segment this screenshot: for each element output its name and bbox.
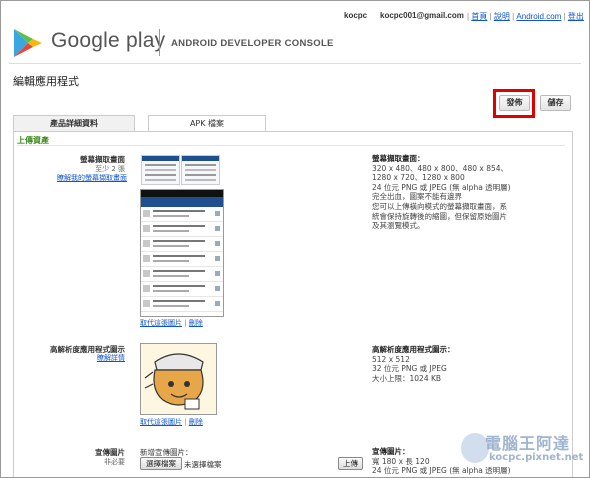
promo-info-title: 宣傳圖片： xyxy=(372,447,410,456)
phone-list-item xyxy=(141,222,223,237)
section-divider xyxy=(17,145,565,146)
help-link[interactable]: 說明 xyxy=(494,12,510,21)
console-title: ANDROID DEVELOPER CONSOLE xyxy=(171,38,334,49)
info-line: 320 x 480、480 x 800、480 x 854、 xyxy=(372,163,509,173)
learn-screenshots-link[interactable]: 瞭解我的螢幕擷取畫面 xyxy=(41,173,127,183)
info-line: 及其瀏覽模式。 xyxy=(372,221,425,231)
upload-button[interactable]: 上傳 xyxy=(338,457,363,470)
screenshot-thumbnail-2[interactable] xyxy=(181,155,220,185)
screenshot-thumbnail-1[interactable] xyxy=(141,155,180,185)
tab-product-details[interactable]: 產品詳細資料 xyxy=(13,115,135,132)
account-email: kocpc001@gmail.com xyxy=(380,11,464,20)
hi-res-app-icon[interactable] xyxy=(140,343,217,415)
sep: | xyxy=(467,12,470,21)
watermark-url: kocpc.pixnet.net xyxy=(489,452,584,463)
logo-divider xyxy=(159,29,160,56)
google-play-logo-icon[interactable] xyxy=(11,28,45,58)
browser-frame: kocpc kocpc001@gmail.com | 首頁 | 說明 | And… xyxy=(0,0,590,478)
sep: | xyxy=(512,12,515,21)
hi-res-icon-info: 高解析度應用程式圖示： 512 x 512 32 位元 PNG 或 JPEG 大… xyxy=(372,345,455,383)
home-link[interactable]: 首頁 xyxy=(471,12,487,21)
choose-file-button[interactable]: 選擇檔案 xyxy=(140,457,182,470)
delete-icon-link[interactable]: 刪除 xyxy=(189,418,203,426)
watermark: 電腦王阿達 kocpc.pixnet.net xyxy=(459,427,587,471)
icon-actions: 取代這張圖片 | 刪除 xyxy=(140,417,203,427)
username: kocpc xyxy=(344,11,368,20)
tab-apk-files[interactable]: APK 檔案 xyxy=(148,115,266,132)
info-line: 寬 180 x 長 120 xyxy=(372,456,430,466)
sep: | xyxy=(184,319,187,327)
info-line: 您可以上傳橫向模式的螢幕擷取畫面，系 xyxy=(372,201,507,211)
learn-more-icon-link[interactable]: 瞭解詳情 xyxy=(75,353,125,363)
phone-list-item xyxy=(141,237,223,252)
header-divider xyxy=(9,63,581,64)
phone-app-bar xyxy=(141,197,223,207)
sep: | xyxy=(489,12,492,21)
replace-screenshot-link[interactable]: 取代這張圖片 xyxy=(140,319,182,327)
hi-res-icon-info-title: 高解析度應用程式圖示： xyxy=(372,345,455,354)
promo-graphic-sublabel: 非必要 xyxy=(104,458,125,466)
phone-status-bar xyxy=(141,190,223,197)
top-links: | 首頁 | 說明 | Android.com | 登出 xyxy=(467,11,584,22)
save-button[interactable]: 儲存 xyxy=(540,95,571,111)
page-title: 編輯應用程式 xyxy=(13,75,79,88)
delete-screenshot-link[interactable]: 刪除 xyxy=(189,319,203,327)
info-line: 32 位元 PNG 或 JPEG xyxy=(372,364,447,374)
screenshot-preview[interactable] xyxy=(140,189,224,317)
sep: | xyxy=(563,12,566,21)
info-line: 512 x 512 xyxy=(372,354,410,364)
phone-list-item xyxy=(141,282,223,297)
top-nav: kocpc kocpc001@gmail.com | 首頁 | 說明 | And… xyxy=(1,9,589,23)
info-line: 統會保持旋轉後的縮圖，但保留原始圖片 xyxy=(372,211,507,221)
screenshots-info-title: 螢幕擷取畫面： xyxy=(372,154,425,163)
phone-list-item xyxy=(141,267,223,282)
info-line: 完全出血，圖案不能有邊界 xyxy=(372,192,462,202)
phone-list-item xyxy=(141,297,223,312)
info-line: 24 位元 PNG 或 JPEG (無 alpha 透明層) xyxy=(372,182,511,192)
brand-name[interactable]: Google play xyxy=(51,29,165,53)
logout-link[interactable]: 登出 xyxy=(568,12,584,21)
info-line: 1280 x 720、1280 x 800 xyxy=(372,173,465,183)
publish-button[interactable]: 發佈 xyxy=(499,95,530,111)
android-link[interactable]: Android.com xyxy=(516,12,561,21)
screenshots-info: 螢幕擷取畫面： 320 x 480、480 x 800、480 x 854、 1… xyxy=(372,154,511,231)
phone-list-item xyxy=(141,207,223,222)
sep: | xyxy=(184,418,187,426)
phone-list-item xyxy=(141,252,223,267)
screenshot-actions: 取代這張圖片 | 刪除 xyxy=(140,318,203,328)
watermark-title: 電腦王阿達 xyxy=(485,434,571,453)
no-file-chosen-text: 未選擇檔案 xyxy=(184,460,222,469)
replace-icon-link[interactable]: 取代這張圖片 xyxy=(140,418,182,426)
info-line: 大小上限：1024 KB xyxy=(372,373,442,383)
